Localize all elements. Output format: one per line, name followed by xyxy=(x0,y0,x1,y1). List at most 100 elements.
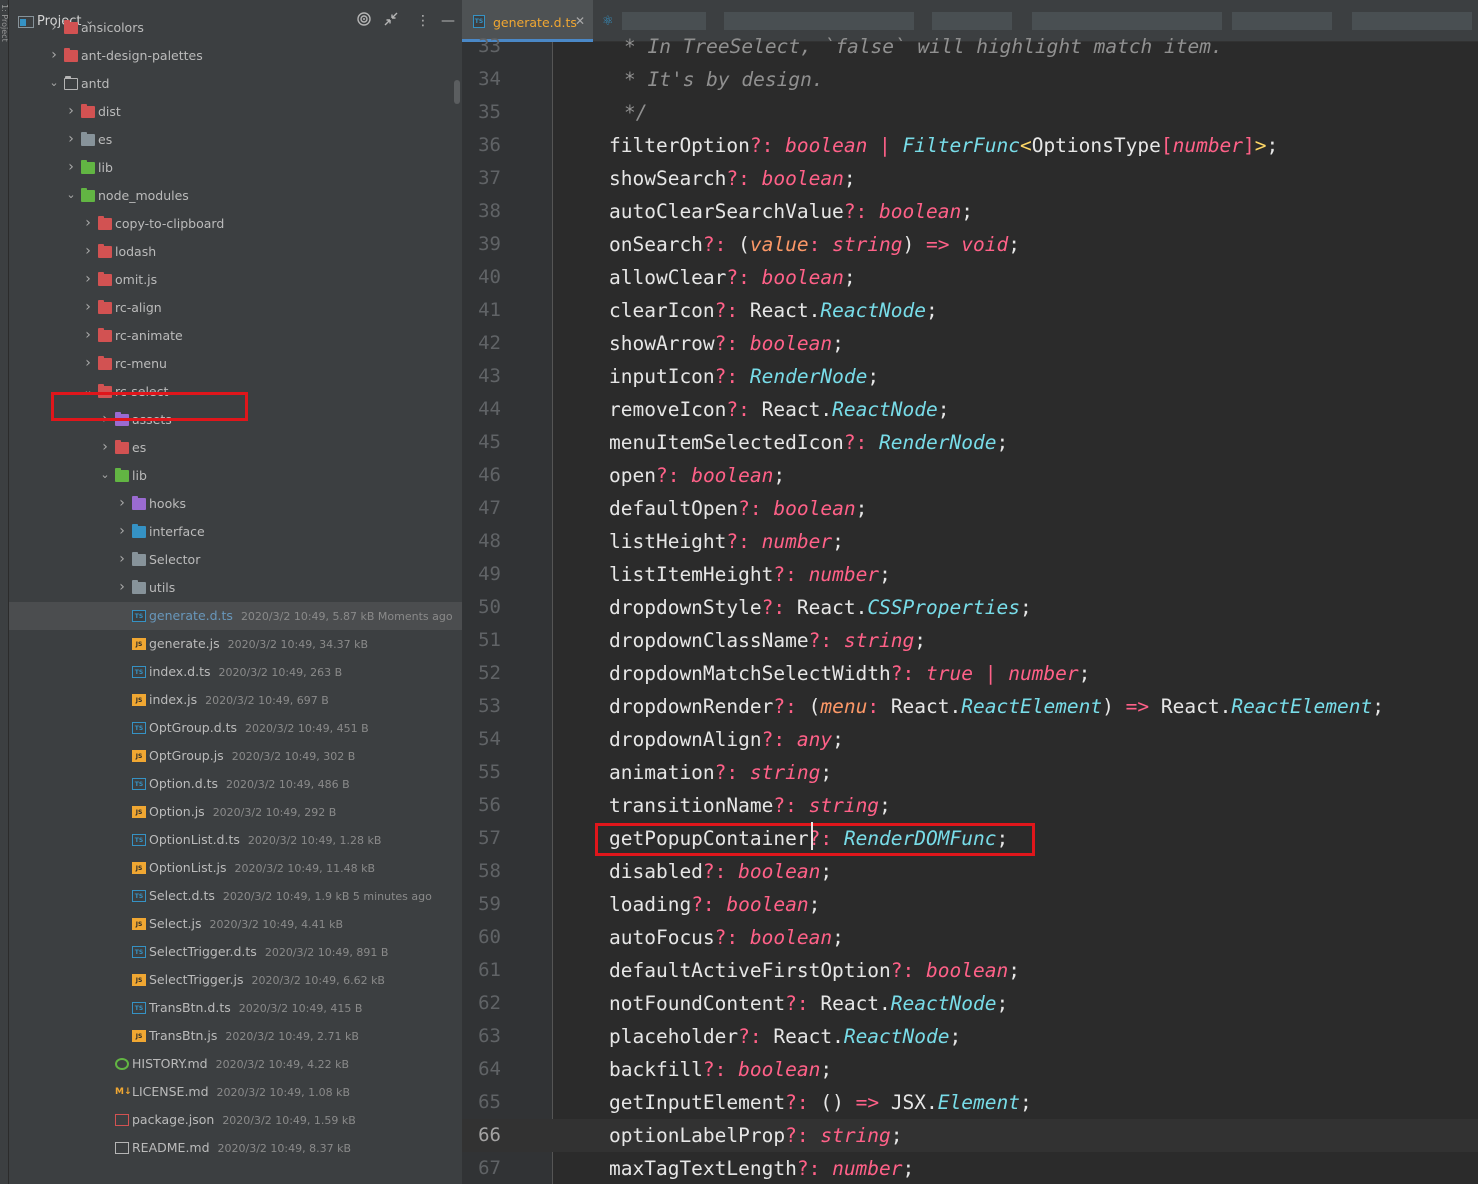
code-line[interactable]: 35 */ xyxy=(462,96,1478,129)
code-line[interactable]: 48 listHeight?: number; xyxy=(462,525,1478,558)
code-line[interactable]: 65 getInputElement?: () => JSX.Element; xyxy=(462,1086,1478,1119)
tree-file[interactable]: TS index.d.ts 2020/3/2 10:49, 263 B xyxy=(9,658,462,686)
chevron-right-icon[interactable]: › xyxy=(83,300,93,314)
code-line[interactable]: 67 maxTagTextLength?: number; xyxy=(462,1152,1478,1184)
tree-file[interactable]: JS TransBtn.js 2020/3/2 10:49, 2.71 kB xyxy=(9,1022,462,1050)
code-line[interactable]: 49 listItemHeight?: number; xyxy=(462,558,1478,591)
code-line[interactable]: 58 disabled?: boolean; xyxy=(462,855,1478,888)
tree-folder[interactable]: › ansicolors xyxy=(9,14,462,42)
tree-file[interactable]: JS index.js 2020/3/2 10:49, 697 B xyxy=(9,686,462,714)
chevron-right-icon[interactable]: › xyxy=(83,328,93,342)
blurred-tab[interactable] xyxy=(724,12,914,30)
blurred-tab[interactable] xyxy=(1032,12,1222,30)
tree-file[interactable]: TS OptionList.d.ts 2020/3/2 10:49, 1.28 kB xyxy=(9,826,462,854)
code-line[interactable]: 51 dropdownClassName?: string; xyxy=(462,624,1478,657)
code-line[interactable]: 64 backfill?: boolean; xyxy=(462,1053,1478,1086)
tree-file[interactable]: TS Select.d.ts 2020/3/2 10:49, 1.9 kB 5 mi… xyxy=(9,882,462,910)
chevron-right-icon[interactable]: › xyxy=(117,580,127,594)
tree-file[interactable]: JS Select.js 2020/3/2 10:49, 4.41 kB xyxy=(9,910,462,938)
code-line[interactable]: 53 dropdownRender?: (menu: React.ReactEle… xyxy=(462,690,1478,723)
code-line[interactable]: 36 filterOption?: boolean | FilterFunc<Op… xyxy=(462,129,1478,162)
chevron-right-icon[interactable]: › xyxy=(83,272,93,286)
code-line[interactable]: 40 allowClear?: boolean; xyxy=(462,261,1478,294)
code-line[interactable]: 50 dropdownStyle?: React.CSSProperties; xyxy=(462,591,1478,624)
code-line[interactable]: 59 loading?: boolean; xyxy=(462,888,1478,921)
blurred-tab[interactable] xyxy=(1232,12,1332,30)
code-line[interactable]: 63 placeholder?: React.ReactNode; xyxy=(462,1020,1478,1053)
tree-folder[interactable]: › lib xyxy=(9,154,462,182)
blurred-tab[interactable] xyxy=(1352,12,1472,30)
tree-folder[interactable]: › es xyxy=(9,434,462,462)
project-scrollbar-thumb[interactable] xyxy=(454,80,460,104)
chevron-down-icon[interactable]: ⌄ xyxy=(100,469,110,480)
tree-folder[interactable]: › hooks xyxy=(9,490,462,518)
tree-folder[interactable]: › omit.js xyxy=(9,266,462,294)
code-line[interactable]: 52 dropdownMatchSelectWidth?: true | numb… xyxy=(462,657,1478,690)
code-line[interactable]: 60 autoFocus?: boolean; xyxy=(462,921,1478,954)
tree-folder[interactable]: › lodash xyxy=(9,238,462,266)
tree-folder[interactable]: ⌄ lib xyxy=(9,462,462,490)
code-line[interactable]: 46 open?: boolean; xyxy=(462,459,1478,492)
chevron-right-icon[interactable]: › xyxy=(117,524,127,538)
react-file-icon[interactable]: ⚛ xyxy=(602,14,614,29)
tree-file[interactable]: M↓ LICENSE.md 2020/3/2 10:49, 1.08 kB xyxy=(9,1078,462,1106)
tree-file[interactable]: TS SelectTrigger.d.ts 2020/3/2 10:49, 891 … xyxy=(9,938,462,966)
code-line[interactable]: 44 removeIcon?: React.ReactNode; xyxy=(462,393,1478,426)
chevron-right-icon[interactable]: › xyxy=(66,160,76,174)
chevron-right-icon[interactable]: › xyxy=(117,552,127,566)
tree-file[interactable]: package.json 2020/3/2 10:49, 1.59 kB xyxy=(9,1106,462,1134)
tree-folder[interactable]: ⌄ antd xyxy=(9,70,462,98)
tree-file[interactable]: TS OptGroup.d.ts 2020/3/2 10:49, 451 B xyxy=(9,714,462,742)
tree-folder[interactable]: › interface xyxy=(9,518,462,546)
code-line[interactable]: 54 dropdownAlign?: any; xyxy=(462,723,1478,756)
tree-folder[interactable]: › es xyxy=(9,126,462,154)
chevron-right-icon[interactable]: › xyxy=(49,48,59,62)
tree-file[interactable]: JS SelectTrigger.js 2020/3/2 10:49, 6.62 k… xyxy=(9,966,462,994)
code-line[interactable]: 39 onSearch?: (value: string) => void; xyxy=(462,228,1478,261)
tree-folder[interactable]: › rc-align xyxy=(9,294,462,322)
chevron-right-icon[interactable]: › xyxy=(83,216,93,230)
close-icon[interactable]: ✕ xyxy=(575,14,585,28)
code-line[interactable]: 66 optionLabelProp?: string; xyxy=(462,1119,1478,1152)
tree-folder[interactable]: › rc-menu xyxy=(9,350,462,378)
tree-folder[interactable]: › ant-design-palettes xyxy=(9,42,462,70)
code-line[interactable]: 55 animation?: string; xyxy=(462,756,1478,789)
tree-folder[interactable]: › Selector xyxy=(9,546,462,574)
chevron-right-icon[interactable]: › xyxy=(49,20,59,34)
blurred-tab[interactable] xyxy=(932,12,1012,30)
tree-folder[interactable]: › rc-animate xyxy=(9,322,462,350)
tree-file[interactable]: TS TransBtn.d.ts 2020/3/2 10:49, 415 B xyxy=(9,994,462,1022)
chevron-down-icon[interactable]: ⌄ xyxy=(66,189,76,200)
tree-folder[interactable]: ⌄ node_modules xyxy=(9,182,462,210)
code-line[interactable]: 42 showArrow?: boolean; xyxy=(462,327,1478,360)
code-line[interactable]: 33 * In TreeSelect, `false` will highligh… xyxy=(462,30,1478,63)
chevron-right-icon[interactable]: › xyxy=(83,356,93,370)
chevron-right-icon[interactable]: › xyxy=(66,104,76,118)
tree-file[interactable]: JS Option.js 2020/3/2 10:49, 292 B xyxy=(9,798,462,826)
code-line[interactable]: 38 autoClearSearchValue?: boolean; xyxy=(462,195,1478,228)
code-line[interactable]: 43 inputIcon?: RenderNode; xyxy=(462,360,1478,393)
chevron-down-icon[interactable]: ⌄ xyxy=(49,77,59,88)
tree-file[interactable]: TS generate.d.ts 2020/3/2 10:49, 5.87 kB M… xyxy=(9,602,462,630)
tree-folder[interactable]: › utils xyxy=(9,574,462,602)
code-line[interactable]: 34 * It's by design. xyxy=(462,63,1478,96)
code-line[interactable]: 56 transitionName?: string; xyxy=(462,789,1478,822)
code-line[interactable]: 62 notFoundContent?: React.ReactNode; xyxy=(462,987,1478,1020)
code-line[interactable]: 37 showSearch?: boolean; xyxy=(462,162,1478,195)
tree-file[interactable]: JS OptGroup.js 2020/3/2 10:49, 302 B xyxy=(9,742,462,770)
tree-file[interactable]: HISTORY.md 2020/3/2 10:49, 4.22 kB xyxy=(9,1050,462,1078)
blurred-tab[interactable] xyxy=(622,12,706,30)
tree-file[interactable]: README.md 2020/3/2 10:49, 8.37 kB xyxy=(9,1134,462,1162)
chevron-right-icon[interactable]: › xyxy=(100,440,110,454)
code-line[interactable]: 47 defaultOpen?: boolean; xyxy=(462,492,1478,525)
project-tool-window-button[interactable]: 1: Project xyxy=(0,4,9,42)
tool-window-strip[interactable]: 1: Project xyxy=(0,0,9,1184)
code-line[interactable]: 61 defaultActiveFirstOption?: boolean; xyxy=(462,954,1478,987)
tree-file[interactable]: JS generate.js 2020/3/2 10:49, 34.37 kB xyxy=(9,630,462,658)
tree-folder[interactable]: › copy-to-clipboard xyxy=(9,210,462,238)
chevron-right-icon[interactable]: › xyxy=(117,496,127,510)
code-line[interactable]: 45 menuItemSelectedIcon?: RenderNode; xyxy=(462,426,1478,459)
chevron-right-icon[interactable]: › xyxy=(83,244,93,258)
tree-folder[interactable]: › dist xyxy=(9,98,462,126)
code-line[interactable]: 41 clearIcon?: React.ReactNode; xyxy=(462,294,1478,327)
